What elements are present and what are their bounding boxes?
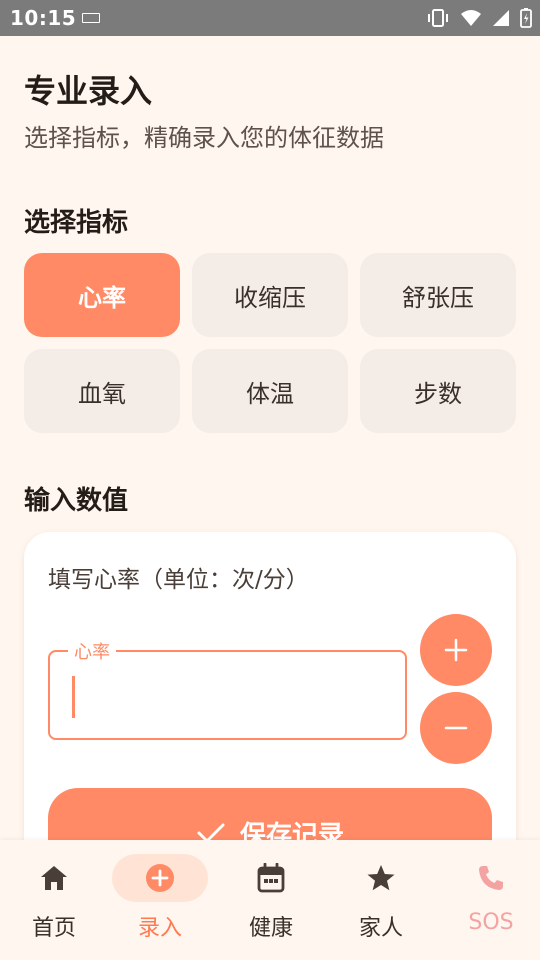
phone-icon	[479, 866, 503, 890]
nav-item-family[interactable]: 家人	[327, 840, 435, 960]
star-icon	[367, 865, 395, 891]
vibrate-icon	[428, 9, 448, 27]
status-time: 10:15	[10, 6, 77, 30]
metrics-section-title: 选择指标	[24, 208, 129, 238]
minus-icon	[444, 726, 468, 730]
metric-chip-temperature[interactable]: 体温	[192, 349, 348, 433]
signal-icon	[493, 10, 509, 26]
nav-label-health: 健康	[248, 916, 293, 941]
value-input[interactable]	[68, 672, 388, 718]
status-icons	[426, 7, 532, 29]
metric-chip-systolic[interactable]: 收缩压	[192, 253, 348, 337]
metric-chip-steps[interactable]: 步数	[360, 349, 516, 433]
wifi-icon	[461, 10, 481, 26]
bottom-nav: 首页 录入 健康 家人 SOS	[0, 840, 540, 960]
metric-chip-diastolic[interactable]: 舒张压	[360, 253, 516, 337]
nav-item-sos[interactable]: SOS	[437, 840, 540, 960]
plus-icon	[444, 638, 468, 662]
input-section-title: 输入数值	[24, 486, 129, 516]
keyboard-icon	[82, 13, 100, 23]
calendar-icon	[257, 863, 285, 893]
status-bar: 10:15	[0, 0, 540, 36]
page-title: 专业录入	[24, 72, 153, 110]
nav-label-entry: 录入	[137, 916, 182, 941]
value-input-label: 心率	[68, 638, 116, 664]
home-icon	[41, 866, 67, 890]
nav-label-family: 家人	[358, 916, 403, 941]
metric-chip-blood-oxygen[interactable]: 血氧	[24, 349, 180, 433]
metric-chip-heart-rate[interactable]: 心率	[24, 253, 180, 337]
nav-item-entry[interactable]: 录入	[106, 840, 214, 960]
nav-item-health[interactable]: 健康	[217, 840, 325, 960]
value-input-box[interactable]: 心率	[48, 638, 407, 740]
increment-button[interactable]	[420, 614, 492, 686]
nav-item-home[interactable]: 首页	[0, 840, 108, 960]
decrement-button[interactable]	[420, 692, 492, 764]
nav-label-sos: SOS	[468, 910, 514, 935]
text-caret	[72, 676, 75, 718]
nav-active-indicator	[112, 854, 208, 902]
nav-label-home: 首页	[31, 916, 76, 941]
add-circle-icon	[146, 864, 174, 892]
page-subtitle: 选择指标，精确录入您的体征数据	[24, 124, 384, 152]
battery-icon	[520, 8, 532, 28]
input-prompt: 填写心率（单位：次/分）	[48, 567, 309, 593]
